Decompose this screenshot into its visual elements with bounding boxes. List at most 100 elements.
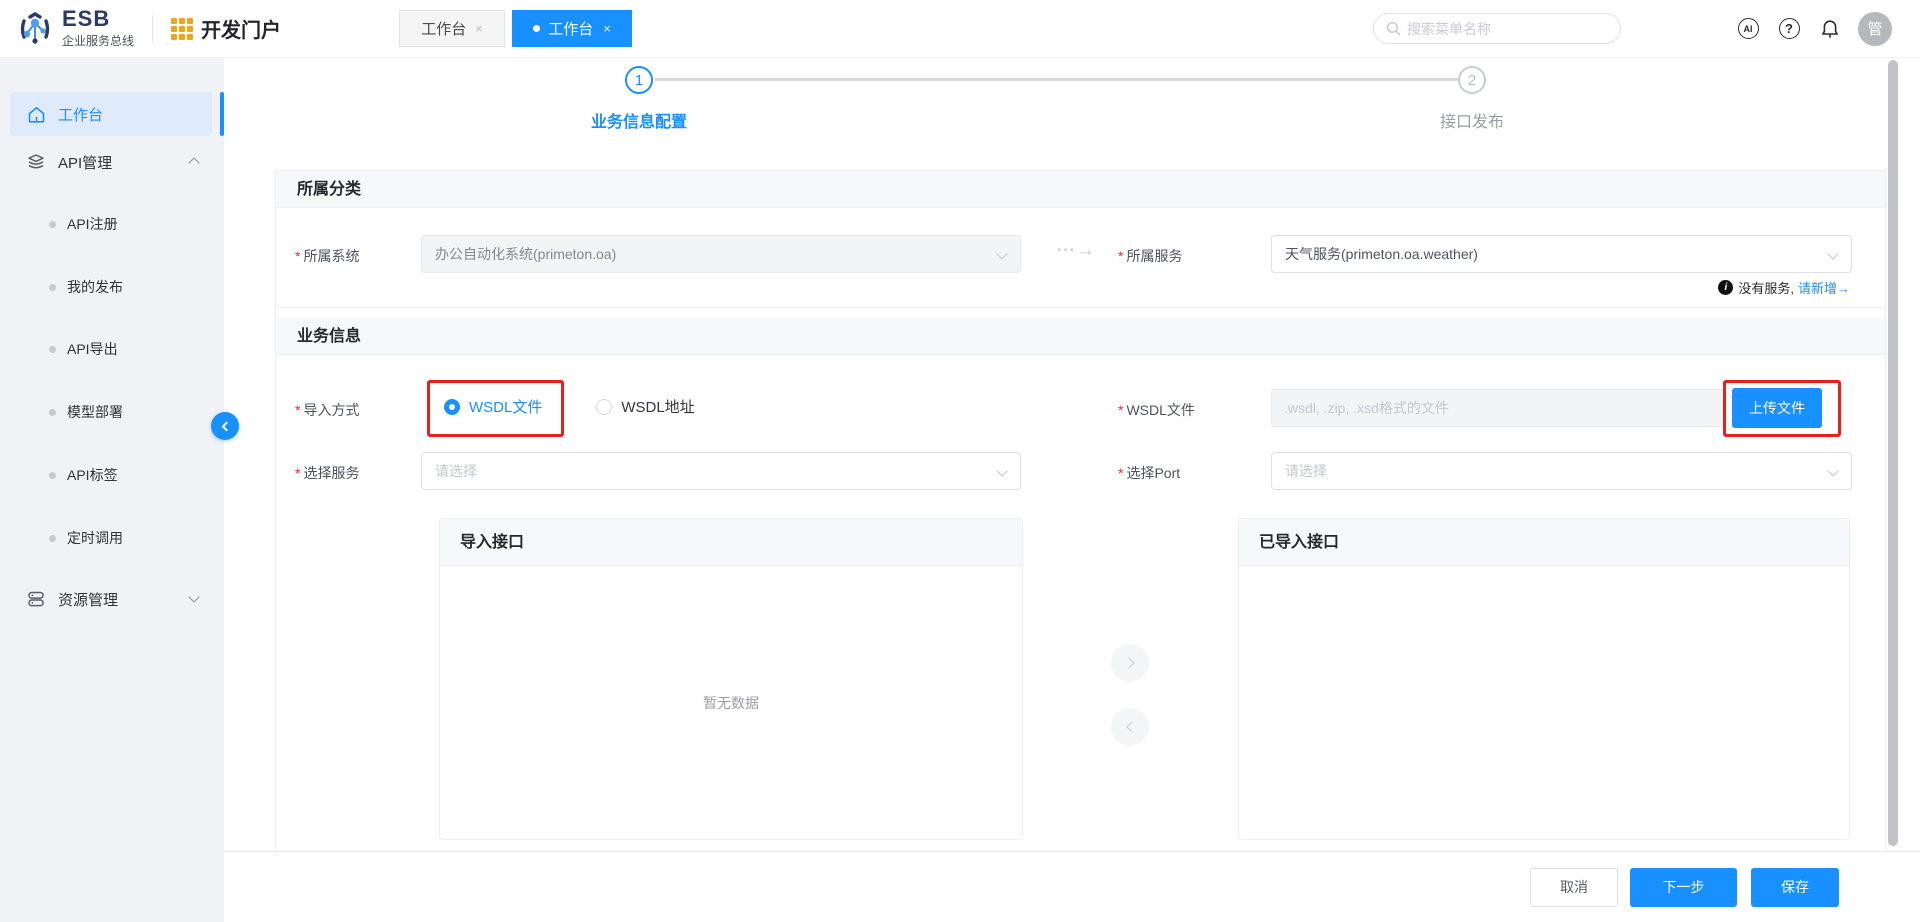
- help-icon: ?: [1779, 18, 1800, 39]
- radio-wsdl-url[interactable]: WSDL地址: [596, 396, 694, 417]
- portal-name: 开发门户: [201, 14, 281, 43]
- radio-wsdl-file[interactable]: WSDL文件: [444, 396, 542, 417]
- notification-button[interactable]: [1818, 17, 1842, 41]
- sidebar-group-resources[interactable]: 资源管理: [0, 577, 224, 621]
- bell-icon: [1819, 18, 1841, 40]
- bullet-icon: [49, 535, 56, 542]
- section-category-header: 所属分类: [276, 171, 1885, 208]
- layers-icon: [26, 152, 46, 172]
- bullet-icon: [49, 409, 56, 416]
- system-select-value: 办公自动化系统(primeton.oa): [435, 244, 616, 264]
- transfer-left-button[interactable]: [1111, 708, 1149, 746]
- sidebar-item-label: 工作台: [58, 104, 103, 125]
- info-icon: i: [1718, 280, 1733, 295]
- sidebar-item-label: API导出: [67, 339, 118, 359]
- transfer-right-button[interactable]: [1111, 644, 1149, 682]
- step-2-circle: 2: [1458, 66, 1486, 94]
- panel-title: 导入接口: [440, 519, 1022, 566]
- bullet-icon: [49, 472, 56, 479]
- import-mode-radio-group: WSDL文件 WSDL地址: [444, 396, 695, 417]
- vertical-scrollbar[interactable]: [1888, 60, 1898, 846]
- tab-close-icon[interactable]: ×: [603, 21, 611, 36]
- home-icon: [26, 104, 46, 124]
- chevron-up-icon: [190, 154, 198, 171]
- sidebar-group-api[interactable]: API管理: [0, 140, 224, 184]
- imported-interface-panel: 已导入接口: [1238, 518, 1850, 840]
- portal-title: 开发门户: [171, 14, 281, 43]
- panel-body: [1239, 566, 1849, 839]
- sidebar-item-scheduled-call[interactable]: 定时调用: [0, 518, 224, 558]
- user-avatar[interactable]: 管: [1858, 12, 1892, 46]
- next-step-button[interactable]: 下一步: [1630, 868, 1737, 907]
- select-placeholder: 请选择: [1285, 461, 1327, 481]
- select-port-dropdown[interactable]: 请选择: [1271, 452, 1852, 490]
- required-mark: *: [295, 465, 300, 481]
- sidebar-item-label: API注册: [67, 214, 118, 234]
- select-service-label: *选择服务: [295, 463, 359, 483]
- flow-arrow: ⋯→: [1046, 239, 1106, 262]
- chevron-down-icon: [190, 591, 198, 608]
- empty-placeholder: 暂无数据: [703, 693, 759, 713]
- logo-subtitle: 企业服务总线: [62, 32, 134, 49]
- footer-action-bar: 取消 下一步 保存: [224, 851, 1920, 922]
- tab-bar: 工作台 × 工作台 ×: [399, 10, 632, 47]
- step-1-circle: 1: [625, 66, 653, 94]
- service-select[interactable]: 天气服务(primeton.oa.weather): [1271, 235, 1852, 273]
- upload-file-button[interactable]: 上传文件: [1732, 388, 1822, 428]
- tab-workbench-active[interactable]: 工作台 ×: [512, 10, 632, 47]
- save-button[interactable]: 保存: [1751, 868, 1839, 907]
- select-service-dropdown[interactable]: 请选择: [421, 452, 1021, 490]
- sidebar-item-workbench[interactable]: 工作台: [0, 92, 224, 136]
- help-button[interactable]: ?: [1777, 17, 1801, 41]
- panel-title: 已导入接口: [1239, 519, 1849, 566]
- search-icon: [1386, 21, 1401, 36]
- no-service-text: 没有服务,: [1738, 278, 1794, 297]
- sidebar-item-label: 模型部署: [67, 402, 123, 422]
- esb-logo: ESB 企业服务总线: [16, 8, 134, 49]
- main-content: 1 2 业务信息配置 接口发布 所属分类 *所属系统 办公自动化系统(prime…: [224, 58, 1920, 922]
- sidebar-group-label: API管理: [58, 152, 112, 173]
- header-actions: AI ? 管: [1373, 12, 1920, 46]
- required-mark: *: [1118, 402, 1123, 418]
- required-mark: *: [1118, 465, 1123, 481]
- select-port-label: *选择Port: [1118, 463, 1180, 483]
- tab-close-icon[interactable]: ×: [475, 21, 483, 36]
- sidebar-item-label: API标签: [67, 465, 118, 485]
- bullet-icon: [49, 346, 56, 353]
- chevron-down-icon: [996, 465, 1007, 476]
- chevron-down-icon: [1827, 465, 1838, 476]
- service-select-value: 天气服务(primeton.oa.weather): [1285, 244, 1478, 264]
- system-select[interactable]: 办公自动化系统(primeton.oa): [421, 235, 1021, 273]
- step-number: 1: [635, 72, 643, 89]
- sidebar-item-my-publish[interactable]: 我的发布: [0, 267, 224, 307]
- radio-label: WSDL文件: [469, 396, 542, 417]
- system-label: *所属系统: [295, 246, 359, 266]
- required-mark: *: [295, 248, 300, 264]
- sidebar-item-api-tags[interactable]: API标签: [0, 455, 224, 495]
- add-service-link[interactable]: 请新增→: [1798, 278, 1850, 297]
- no-service-note: i 没有服务, 请新增→: [1718, 278, 1850, 297]
- step-1-label: 业务信息配置: [539, 108, 739, 132]
- top-header: ESB 企业服务总线 开发门户 工作台 × 工作台 ×: [0, 0, 1920, 58]
- chevron-down-icon: [996, 248, 1007, 259]
- tab-label: 工作台: [548, 18, 593, 39]
- sidebar-item-api-register[interactable]: API注册: [0, 204, 224, 244]
- wsdl-file-input[interactable]: [1271, 389, 1726, 427]
- chevron-left-icon: [222, 421, 232, 431]
- sidebar-item-model-deploy[interactable]: 模型部署: [0, 392, 224, 432]
- ai-assistant-button[interactable]: AI: [1736, 17, 1760, 41]
- chevron-down-icon: [1827, 248, 1838, 259]
- step-number: 2: [1468, 72, 1476, 89]
- sidebar-collapse-button[interactable]: [211, 412, 239, 440]
- menu-search[interactable]: [1373, 13, 1621, 44]
- wsdl-file-label: *WSDL文件: [1118, 400, 1195, 420]
- logo-title: ESB: [62, 8, 134, 30]
- esb-logo-icon: [16, 10, 54, 48]
- sidebar-item-api-export[interactable]: API导出: [0, 329, 224, 369]
- tab-workbench-inactive[interactable]: 工作台 ×: [399, 10, 505, 47]
- search-input[interactable]: [1407, 21, 1608, 37]
- section-business-header: 业务信息: [276, 318, 1885, 355]
- service-label: *所属服务: [1118, 246, 1182, 266]
- form-card: 所属分类 *所属系统 办公自动化系统(primeton.oa) ⋯→ *所属服务…: [275, 170, 1886, 852]
- cancel-button[interactable]: 取消: [1530, 868, 1618, 907]
